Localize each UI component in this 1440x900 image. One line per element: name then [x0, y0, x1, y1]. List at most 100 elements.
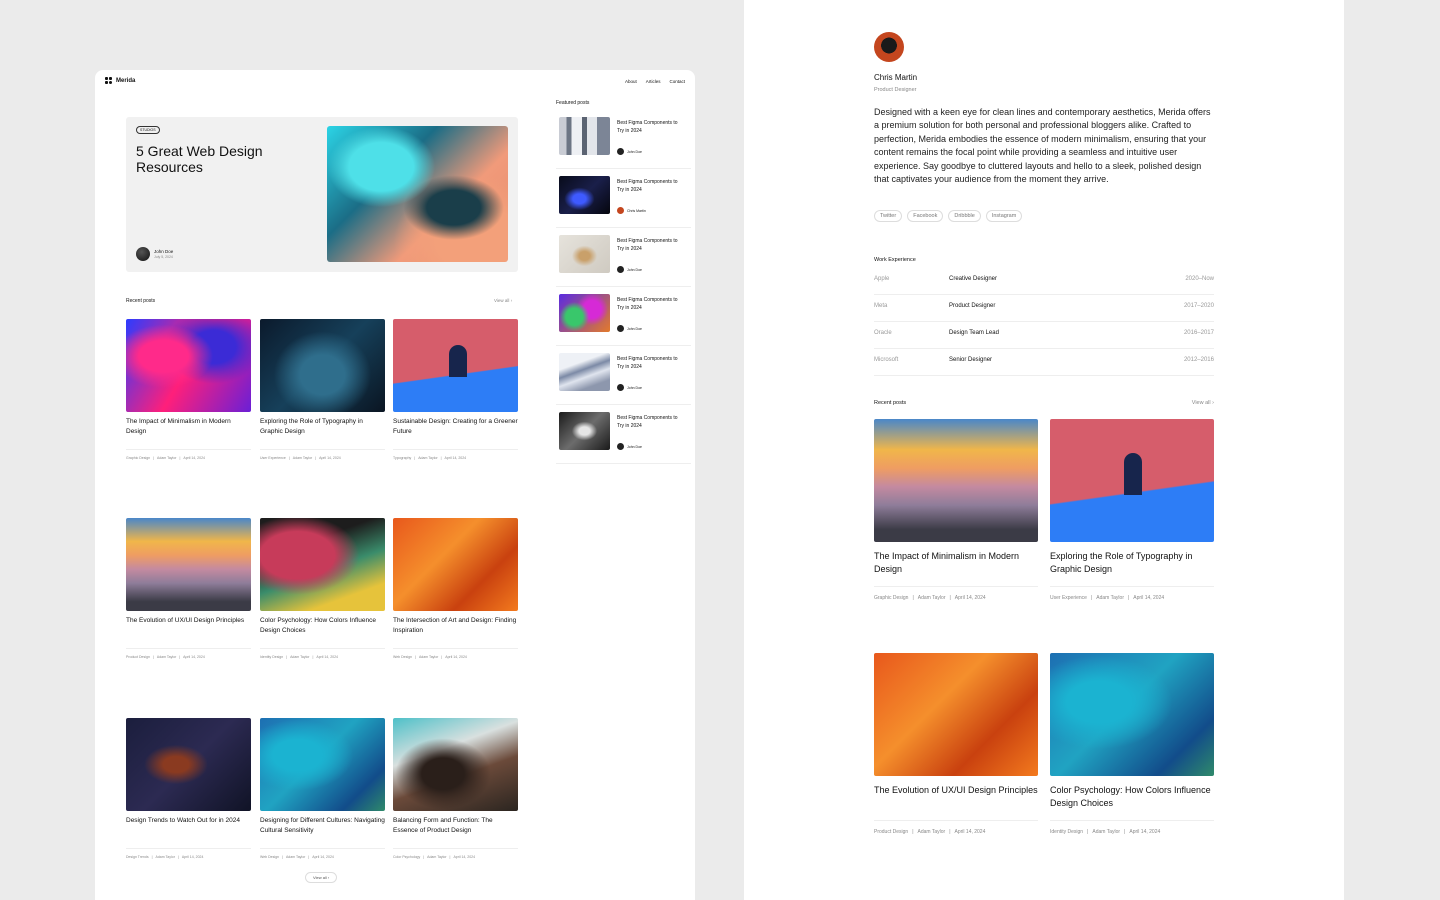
social-twitter[interactable]: Twitter — [874, 210, 903, 222]
post-title[interactable]: Exploring the Role of Typography in Grap… — [1050, 550, 1214, 580]
post-title[interactable]: Design Trends to Watch Out for in 2024 — [126, 816, 251, 837]
post-meta: Identity Design | Adam Taylor | April 14, 20… — [1050, 820, 1214, 835]
post-card[interactable]: The Intersection of Art and Design: Find… — [393, 518, 518, 659]
arch-shape — [449, 345, 468, 377]
featured-item[interactable]: Best Figma Components to Try in 2024 John… — [556, 346, 691, 405]
post-title[interactable]: Balancing Form and Function: The Essence… — [393, 816, 518, 837]
post-title[interactable]: The Impact of Minimalism in Modern Desig… — [126, 417, 251, 438]
featured-item[interactable]: Best Figma Components to Try in 2024 John… — [556, 228, 691, 287]
post-card[interactable]: Color Psychology: How Colors Influence D… — [1050, 653, 1214, 835]
post-image[interactable] — [874, 653, 1038, 776]
post-meta: User Experience | Adam Taylor | April 14, 20… — [1050, 586, 1214, 601]
post-image[interactable] — [1050, 419, 1214, 542]
post-image[interactable] — [874, 419, 1038, 542]
post-card[interactable]: Designing for Different Cultures: Naviga… — [260, 718, 385, 859]
post-image[interactable] — [559, 412, 610, 450]
post-image[interactable] — [260, 319, 385, 412]
post-category: Identity Design — [1050, 829, 1084, 835]
featured-title[interactable]: Best Figma Components to Try in 2024 — [617, 355, 679, 371]
post-card[interactable]: The Evolution of UX/UI Design Principles… — [874, 653, 1038, 835]
post-meta: Web Design | Adam Taylor | April 14, 2024 — [393, 648, 518, 659]
post-card[interactable]: The Evolution of UX/UI Design Principles… — [126, 518, 251, 659]
nav-contact[interactable]: Contact — [669, 79, 685, 84]
featured-title[interactable]: Best Figma Components to Try in 2024 — [617, 237, 679, 253]
separator: | — [153, 456, 155, 460]
separator: | — [312, 655, 314, 659]
separator: | — [152, 655, 154, 659]
nav-articles[interactable]: Articles — [646, 79, 661, 84]
social-facebook[interactable]: Facebook — [907, 210, 944, 222]
post-title[interactable]: Exploring the Role of Typography in Grap… — [260, 417, 385, 438]
post-title[interactable]: Color Psychology: How Colors Influence D… — [260, 616, 385, 637]
post-title[interactable]: The Intersection of Art and Design: Find… — [393, 616, 518, 637]
post-image[interactable] — [559, 353, 610, 391]
post-card[interactable]: Design Trends to Watch Out for in 2024 De… — [126, 718, 251, 859]
avatar — [617, 325, 624, 332]
company-name: Apple — [874, 276, 890, 282]
featured-item[interactable]: Best Figma Components to Try in 2024 John… — [556, 405, 691, 464]
post-image[interactable] — [126, 319, 251, 412]
view-all-link[interactable]: View all › — [1192, 400, 1214, 406]
post-author: Adam Taylor — [290, 655, 310, 659]
featured-title[interactable]: Best Figma Components to Try in 2024 — [617, 119, 679, 135]
post-card[interactable]: The Impact of Minimalism in Modern Desig… — [126, 319, 251, 460]
post-image[interactable] — [559, 117, 610, 155]
post-date: July 5, 2024 — [154, 255, 173, 259]
post-image[interactable] — [260, 518, 385, 611]
separator: | — [308, 855, 310, 859]
post-author: Adam Taylor — [427, 855, 447, 859]
social-dribbble[interactable]: Dribbble — [948, 210, 981, 222]
post-title[interactable]: Sustainable Design: Creating for a Green… — [393, 417, 518, 438]
post-card[interactable]: Color Psychology: How Colors Influence D… — [260, 518, 385, 659]
social-instagram[interactable]: Instagram — [985, 210, 1023, 222]
post-image[interactable] — [559, 294, 610, 332]
hero-title[interactable]: 5 Great Web Design Resources — [136, 143, 286, 175]
post-category: Graphic Design — [874, 595, 909, 601]
nav-about[interactable]: About — [625, 79, 637, 84]
featured-item[interactable]: Best Figma Components to Try in 2024 John… — [556, 287, 691, 346]
author-name: John Doe — [627, 444, 642, 449]
post-image[interactable] — [260, 718, 385, 811]
post-card[interactable]: Exploring the Role of Typography in Grap… — [1050, 419, 1214, 601]
separator: | — [912, 595, 914, 601]
top-navigation: Merida About Articles Contact — [95, 70, 695, 92]
post-image[interactable] — [559, 176, 610, 214]
view-all-link[interactable]: View all › — [494, 298, 512, 303]
post-card[interactable]: Exploring the Role of Typography in Grap… — [260, 319, 385, 460]
brand-logo[interactable]: Merida — [105, 77, 135, 84]
post-image[interactable] — [393, 319, 518, 412]
featured-item[interactable]: Best Figma Components to Try in 2024 John… — [556, 110, 691, 169]
featured-author: John Doe — [617, 266, 642, 273]
hero-featured-post[interactable]: STUDIOS 5 Great Web Design Resources Joh… — [126, 117, 518, 272]
hero-image[interactable] — [327, 126, 508, 262]
post-title[interactable]: The Evolution of UX/UI Design Principles — [126, 616, 251, 637]
post-image[interactable] — [1050, 653, 1214, 776]
post-title[interactable]: Designing for Different Cultures: Naviga… — [260, 816, 385, 837]
featured-title[interactable]: Best Figma Components to Try in 2024 — [617, 296, 679, 312]
post-title[interactable]: Color Psychology: How Colors Influence D… — [1050, 784, 1214, 814]
view-all-button[interactable]: View all › — [305, 872, 338, 883]
post-image[interactable] — [126, 718, 251, 811]
post-card[interactable]: Balancing Form and Function: The Essence… — [393, 718, 518, 859]
post-category: Product Design — [126, 655, 150, 659]
post-meta: Identity Design | Adam Taylor | April 14, 20… — [260, 648, 385, 659]
featured-item[interactable]: Best Figma Components to Try in 2024 Chri… — [556, 169, 691, 228]
post-image[interactable] — [559, 235, 610, 273]
post-title[interactable]: The Impact of Minimalism in Modern Desig… — [874, 550, 1038, 580]
job-role: Creative Designer — [949, 276, 998, 282]
post-card[interactable]: Sustainable Design: Creating for a Green… — [393, 319, 518, 460]
separator: | — [179, 456, 181, 460]
separator: | — [315, 456, 317, 460]
company-name: Microsoft — [874, 357, 899, 363]
post-image[interactable] — [126, 518, 251, 611]
featured-title[interactable]: Best Figma Components to Try in 2024 — [617, 414, 679, 430]
post-image[interactable] — [393, 518, 518, 611]
job-years: 2012–2016 — [1183, 357, 1214, 363]
post-card[interactable]: The Impact of Minimalism in Modern Desig… — [874, 419, 1038, 601]
featured-title[interactable]: Best Figma Components to Try in 2024 — [617, 178, 679, 194]
separator: | — [423, 855, 425, 859]
post-image[interactable] — [393, 718, 518, 811]
post-author: Adam Taylor — [1096, 595, 1124, 601]
post-title[interactable]: The Evolution of UX/UI Design Principles — [874, 784, 1038, 814]
post-author: Adam Taylor — [418, 655, 439, 659]
